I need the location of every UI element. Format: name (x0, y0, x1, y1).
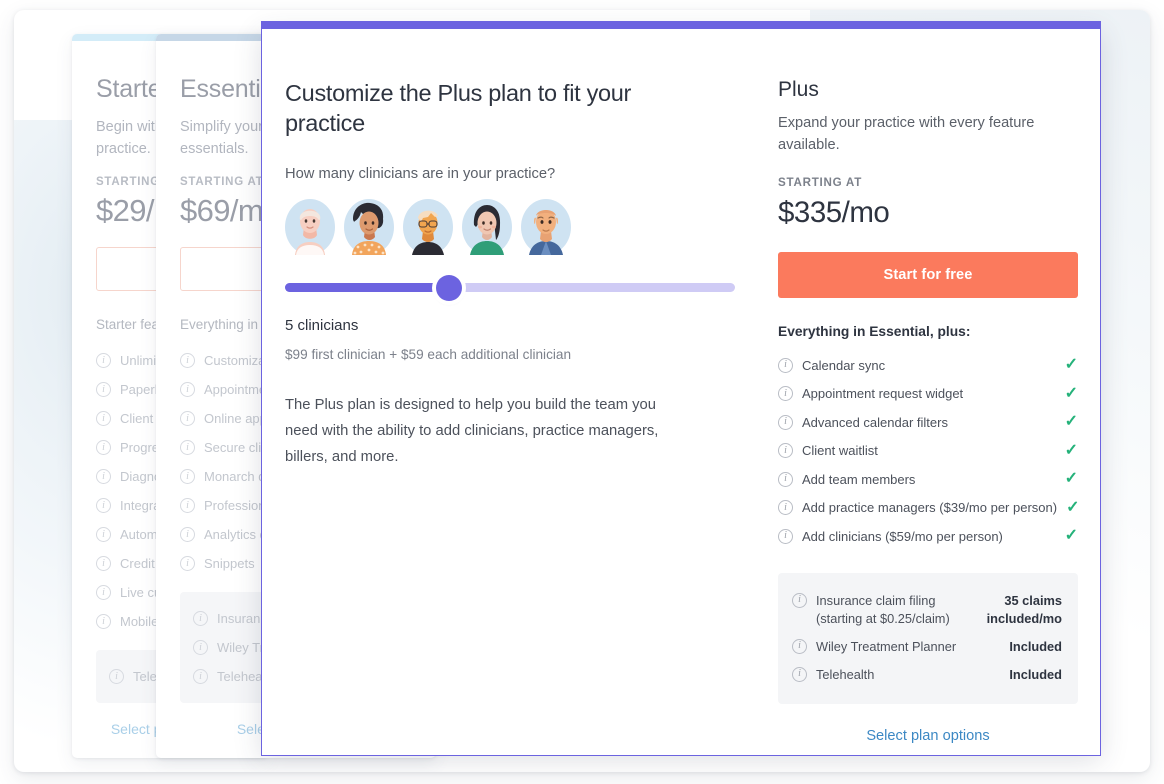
info-icon[interactable]: i (96, 585, 111, 600)
plan-feature-label: Add practice managers ($39/mo per person… (802, 500, 1058, 516)
info-icon[interactable]: i (778, 471, 793, 487)
info-icon[interactable]: i (96, 411, 111, 426)
avatar-clinician-5 (521, 199, 571, 255)
plan-feature-list: i Calendar sync ✓ i Appointment request widg… (778, 351, 1080, 551)
app-root: Starter Begin with the practice. STARTIN… (0, 0, 1164, 784)
avatar-clinician-3 (403, 199, 453, 255)
clinician-rate-label: $99 first clinician + $59 each additiona… (285, 347, 572, 362)
info-icon[interactable]: i (193, 640, 208, 655)
info-icon[interactable]: i (180, 469, 195, 484)
info-icon[interactable]: i (96, 440, 111, 455)
feature-label: Snippets (204, 556, 255, 571)
info-icon[interactable]: i (96, 614, 111, 629)
plan-feature-label: Advanced calendar filters (802, 414, 948, 430)
info-icon[interactable]: i (180, 382, 195, 397)
clinician-count-label: 5 clinicians (285, 317, 359, 334)
plan-feature-row: i Add practice managers ($39/mo per perso… (778, 494, 1080, 523)
plan-starting-label: STARTING AT (778, 176, 863, 189)
check-icon: ✓ (1064, 356, 1078, 374)
check-icon: ✓ (1064, 470, 1078, 488)
plan-feature-label: Add team members (802, 471, 916, 487)
info-icon[interactable]: i (180, 411, 195, 426)
info-icon[interactable]: i (180, 440, 195, 455)
plan-description-body: The Plus plan is designed to help you bu… (285, 397, 659, 465)
page-sheet: Starter Begin with the practice. STARTIN… (14, 10, 1150, 772)
info-icon[interactable]: i (180, 498, 195, 513)
check-icon: ✓ (1064, 413, 1078, 431)
info-icon[interactable]: i (778, 357, 793, 373)
plan-features-heading: Everything in Essential, plus: (778, 324, 971, 339)
plan-addon-row: i Insurance claim filing (starting at $0.… (792, 587, 1062, 633)
info-icon[interactable]: i (180, 353, 195, 368)
clinician-avatars (285, 199, 732, 255)
plan-feature-row: i Calendar sync ✓ (778, 351, 1078, 380)
start-for-free-button[interactable]: Start for free (778, 252, 1078, 298)
info-icon[interactable]: i (792, 638, 807, 654)
clinician-count-slider[interactable] (285, 273, 735, 303)
plan-feature-row: i Add clinicians ($59/mo per person) ✓ (778, 522, 1078, 551)
info-icon[interactable]: i (792, 666, 807, 682)
plan-price: $335/mo (778, 196, 890, 229)
info-icon[interactable]: i (778, 443, 793, 459)
plan-addon-label: Insurance claim filing (starting at $0.2… (816, 592, 950, 626)
check-icon: ✓ (1066, 498, 1080, 516)
plan-feature-row: i Client waitlist ✓ (778, 437, 1078, 466)
avatar-clinician-1 (285, 199, 335, 255)
check-icon: ✓ (1064, 441, 1078, 459)
plan-addon-list: i Insurance claim filing (starting at $0.… (792, 587, 1062, 689)
plan-name: Plus (778, 78, 819, 101)
plan-addon-value: Included (1009, 666, 1062, 682)
avatar-clinician-4 (462, 199, 512, 255)
plan-feature-label: Add clinicians ($59/mo per person) (802, 528, 1003, 544)
plan-addon-label: Telehealth (816, 666, 875, 682)
customize-plan-modal: Customize the Plus plan to fit your prac… (261, 21, 1101, 756)
plan-feature-row: i Advanced calendar filters ✓ (778, 408, 1078, 437)
info-icon[interactable]: i (792, 592, 807, 608)
plan-feature-row: i Appointment request widget ✓ (778, 380, 1078, 409)
info-icon[interactable]: i (180, 527, 195, 542)
check-icon: ✓ (1064, 527, 1078, 545)
plan-description: Expand your practice with every feature … (778, 115, 1035, 153)
plan-feature-label: Client waitlist (802, 443, 878, 459)
clinician-count-question: How many clinicians are in your practice… (285, 166, 556, 182)
plan-addon-box: i Insurance claim filing (starting at $0.… (778, 572, 1078, 704)
avatar-clinician-2 (344, 199, 394, 255)
select-plan-options-link[interactable]: Select plan options (778, 728, 1078, 744)
info-icon[interactable]: i (109, 669, 124, 684)
info-icon[interactable]: i (96, 469, 111, 484)
slider-thumb[interactable] (436, 275, 462, 301)
plan-addon-row: i Wiley Treatment Planner Included (792, 633, 1062, 661)
info-icon[interactable]: i (193, 611, 208, 626)
modal-accent-bar (261, 21, 1101, 29)
info-icon[interactable]: i (193, 669, 208, 684)
plan-addon-value: Included (1009, 638, 1062, 654)
info-icon[interactable]: i (96, 527, 111, 542)
modal-left-column: Customize the Plus plan to fit your prac… (262, 29, 776, 755)
info-icon[interactable]: i (96, 382, 111, 397)
info-icon[interactable]: i (778, 500, 793, 516)
modal-right-column: Plus Expand your practice with every fea… (776, 29, 1100, 755)
info-icon[interactable]: i (180, 556, 195, 571)
plan-feature-label: Calendar sync (802, 357, 886, 373)
plan-addon-label: Wiley Treatment Planner (816, 638, 957, 654)
info-icon[interactable]: i (778, 528, 793, 544)
modal-title: Customize the Plus plan to fit your prac… (285, 80, 632, 136)
slider-fill (285, 283, 449, 292)
plan-feature-row: i Add team members ✓ (778, 465, 1078, 494)
plan-feature-label: Appointment request widget (802, 386, 964, 402)
check-icon: ✓ (1064, 384, 1078, 402)
info-icon[interactable]: i (96, 498, 111, 513)
plan-addon-row: i Telehealth Included (792, 661, 1062, 689)
info-icon[interactable]: i (778, 386, 793, 402)
info-icon[interactable]: i (778, 414, 793, 430)
info-icon[interactable]: i (96, 556, 111, 571)
plan-addon-value: 35 claims included/mo (986, 592, 1062, 626)
info-icon[interactable]: i (96, 353, 111, 368)
